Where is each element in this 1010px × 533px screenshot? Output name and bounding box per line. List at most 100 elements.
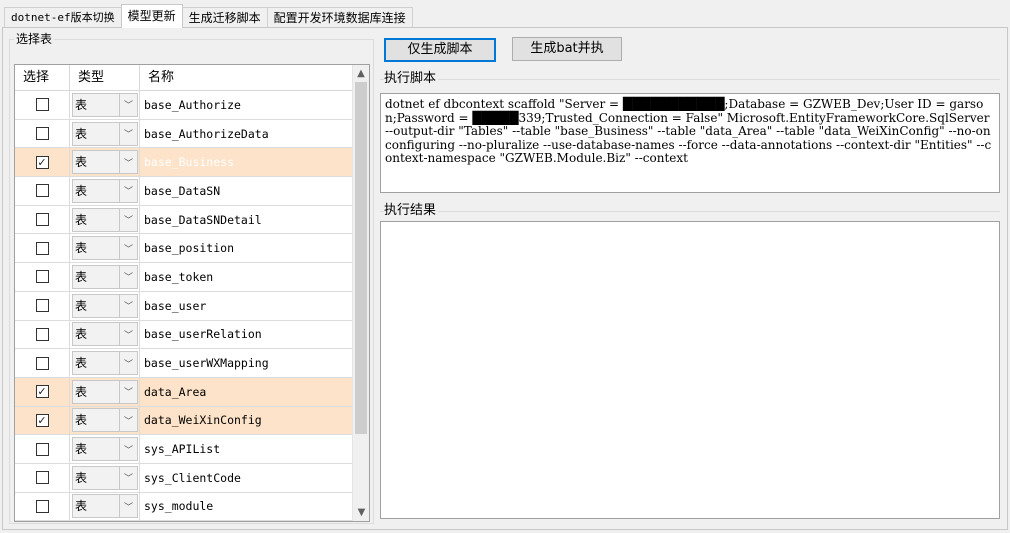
type-combobox[interactable]: 表 ﹀ bbox=[72, 150, 138, 175]
type-cell[interactable]: 表﹀ bbox=[70, 320, 140, 349]
name-cell[interactable] bbox=[140, 521, 354, 522]
row-checkbox[interactable] bbox=[35, 442, 49, 456]
table-row[interactable]: 表 ﹀ base_token bbox=[15, 263, 354, 292]
table-row[interactable]: 表 ﹀ base_user bbox=[15, 291, 354, 321]
table-row[interactable]: 表 ﹀ sys_APIList bbox=[15, 435, 354, 464]
row-checkbox[interactable] bbox=[35, 327, 49, 341]
type-cell[interactable]: 表﹀ bbox=[70, 91, 140, 119]
select-cell[interactable] bbox=[15, 177, 70, 205]
header-select[interactable]: 选择 bbox=[15, 65, 70, 91]
name-cell[interactable]: base_DataSN bbox=[140, 177, 354, 205]
row-checkbox[interactable] bbox=[35, 241, 49, 255]
select-cell[interactable]: ✓ bbox=[15, 406, 70, 435]
table-row[interactable]: 表 ﹀ base_Authorize bbox=[15, 91, 354, 120]
type-cell[interactable]: 表﹀ bbox=[70, 291, 140, 320]
type-cell[interactable]: 表﹀ bbox=[70, 377, 140, 406]
name-cell[interactable]: base_position bbox=[140, 234, 354, 263]
name-cell[interactable]: sys_ClientCode bbox=[140, 463, 354, 492]
type-cell[interactable]: 表﹀ bbox=[70, 119, 140, 148]
select-cell[interactable] bbox=[15, 463, 70, 492]
select-cell[interactable] bbox=[15, 320, 70, 349]
chevron-down-icon[interactable]: ﹀ bbox=[119, 151, 137, 174]
generate-bat-button[interactable]: 生成bat并执 bbox=[512, 37, 622, 61]
type-cell[interactable]: 表﹀ bbox=[70, 177, 140, 205]
type-combobox[interactable]: 表 ﹀ bbox=[72, 121, 138, 146]
tab-model-update[interactable]: 模型更新 bbox=[120, 4, 183, 28]
chevron-down-icon[interactable]: ﹀ bbox=[119, 323, 137, 346]
result-textbox[interactable] bbox=[380, 221, 1000, 519]
row-checkbox[interactable] bbox=[35, 270, 49, 284]
type-cell[interactable]: 表﹀ bbox=[70, 435, 140, 463]
type-cell[interactable]: 表﹀ bbox=[70, 521, 140, 522]
type-combobox[interactable]: 表 ﹀ bbox=[72, 322, 138, 347]
type-combobox[interactable]: 表 ﹀ bbox=[72, 379, 138, 404]
chevron-down-icon[interactable]: ﹀ bbox=[119, 294, 137, 317]
row-checkbox[interactable] bbox=[35, 499, 49, 513]
name-cell[interactable]: data_Area bbox=[140, 377, 354, 406]
chevron-down-icon[interactable]: ﹀ bbox=[119, 409, 137, 432]
select-cell[interactable] bbox=[15, 119, 70, 148]
header-type[interactable]: 类型 bbox=[70, 65, 140, 91]
type-combobox[interactable]: 表 ﹀ bbox=[72, 207, 138, 232]
table-row[interactable]: ✓ 表 ﹀ base_Business bbox=[15, 148, 354, 178]
tab-generate-migration[interactable]: 生成迁移脚本 bbox=[181, 7, 268, 28]
row-checkbox[interactable] bbox=[35, 127, 49, 141]
scroll-thumb[interactable] bbox=[355, 82, 367, 434]
select-cell[interactable] bbox=[15, 205, 70, 234]
type-cell[interactable]: 表﹀ bbox=[70, 148, 140, 177]
chevron-down-icon[interactable]: ﹀ bbox=[119, 438, 137, 461]
table-row[interactable]: 表 ﹀ base_userRelation bbox=[15, 320, 354, 350]
table-row[interactable]: 表 ﹀ base_userWXMapping bbox=[15, 349, 354, 378]
header-name[interactable]: 名称 bbox=[140, 65, 354, 91]
type-combobox[interactable]: 表 ﹀ bbox=[72, 293, 138, 318]
type-combobox[interactable]: 表 ﹀ bbox=[72, 494, 138, 519]
chevron-down-icon[interactable]: ﹀ bbox=[119, 495, 137, 518]
chevron-down-icon[interactable]: ﹀ bbox=[119, 122, 137, 145]
select-cell[interactable] bbox=[15, 263, 70, 291]
table-row[interactable]: 表 ﹀ sys_ClientCode bbox=[15, 463, 354, 493]
type-combobox[interactable]: 表 ﹀ bbox=[72, 178, 138, 203]
type-cell[interactable]: 表﹀ bbox=[70, 406, 140, 435]
type-combobox[interactable]: 表 ﹀ bbox=[72, 92, 138, 117]
name-cell[interactable]: base_userRelation bbox=[140, 320, 354, 349]
chevron-down-icon[interactable]: ﹀ bbox=[119, 237, 137, 260]
select-cell[interactable] bbox=[15, 349, 70, 377]
type-combobox[interactable]: 表 ﹀ bbox=[72, 264, 138, 289]
chevron-down-icon[interactable]: ﹀ bbox=[119, 466, 137, 489]
type-combobox[interactable]: 表 ﹀ bbox=[72, 465, 138, 490]
name-cell[interactable]: base_userWXMapping bbox=[140, 349, 354, 377]
table-row[interactable]: 表﹀ bbox=[15, 521, 354, 522]
type-combobox[interactable]: 表 ﹀ bbox=[72, 408, 138, 433]
row-checkbox[interactable] bbox=[35, 471, 49, 485]
row-checkbox[interactable]: ✓ bbox=[35, 413, 49, 427]
chevron-down-icon[interactable]: ﹀ bbox=[119, 352, 137, 375]
chevron-down-icon[interactable]: ﹀ bbox=[119, 265, 137, 288]
select-cell[interactable] bbox=[15, 492, 70, 521]
scroll-down-icon[interactable]: ▼ bbox=[353, 504, 369, 521]
type-cell[interactable]: 表﹀ bbox=[70, 463, 140, 492]
select-cell[interactable] bbox=[15, 291, 70, 320]
name-cell[interactable]: sys_module bbox=[140, 492, 354, 521]
chevron-down-icon[interactable]: ﹀ bbox=[119, 93, 137, 116]
chevron-down-icon[interactable]: ﹀ bbox=[119, 380, 137, 403]
table-row[interactable]: 表 ﹀ sys_module bbox=[15, 492, 354, 521]
table-row[interactable]: 表 ﹀ base_AuthorizeData bbox=[15, 119, 354, 149]
type-cell[interactable]: 表﹀ bbox=[70, 349, 140, 377]
select-cell[interactable] bbox=[15, 91, 70, 119]
select-cell[interactable]: ✓ bbox=[15, 377, 70, 406]
name-cell[interactable]: base_user bbox=[140, 291, 354, 320]
table-row[interactable]: ✓ 表 ﹀ data_WeiXinConfig bbox=[15, 406, 354, 436]
name-cell[interactable]: data_WeiXinConfig bbox=[140, 406, 354, 435]
name-cell[interactable]: base_Business bbox=[140, 148, 354, 177]
row-checkbox[interactable] bbox=[35, 356, 49, 370]
name-cell[interactable]: sys_APIList bbox=[140, 435, 354, 463]
row-checkbox[interactable] bbox=[35, 98, 49, 112]
table-row[interactable]: 表 ﹀ base_position bbox=[15, 234, 354, 264]
select-cell[interactable]: ✓ bbox=[15, 148, 70, 177]
type-combobox[interactable]: 表 ﹀ bbox=[72, 437, 138, 462]
tab-dotnet-ef-version[interactable]: dotnet-ef版本切换 bbox=[4, 7, 122, 28]
tab-config-db-connection[interactable]: 配置开发环境数据库连接 bbox=[266, 7, 413, 28]
script-textbox[interactable]: dotnet ef dbcontext scaffold "Server = █… bbox=[380, 93, 1000, 193]
name-cell[interactable]: base_Authorize bbox=[140, 91, 354, 119]
row-checkbox[interactable]: ✓ bbox=[35, 385, 49, 399]
